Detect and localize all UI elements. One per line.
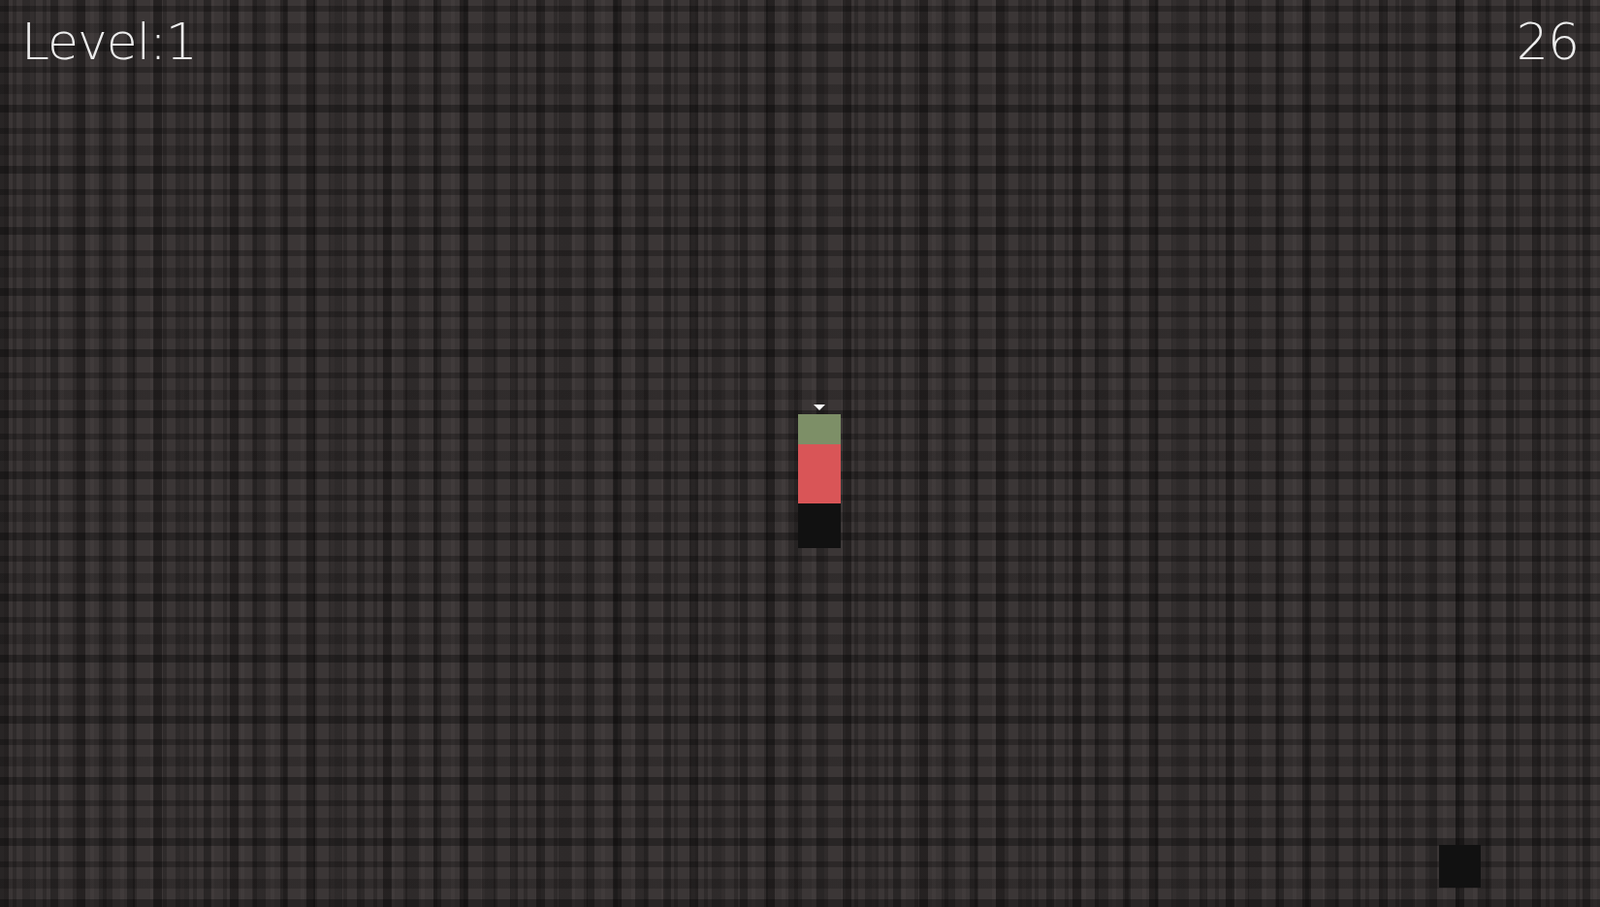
corner-block[interactable] <box>1439 844 1481 888</box>
pointer-icon <box>813 404 826 411</box>
game-canvas[interactable]: Level:1 26 <box>0 0 1600 907</box>
hud: Level:1 26 <box>0 0 1600 72</box>
level-label: Level:1 <box>21 11 197 72</box>
score-label: 26 <box>1516 11 1579 72</box>
player-column[interactable] <box>798 414 841 548</box>
column-tail-segment <box>798 503 841 548</box>
column-head-segment <box>798 414 841 445</box>
column-body-segment <box>798 444 841 504</box>
